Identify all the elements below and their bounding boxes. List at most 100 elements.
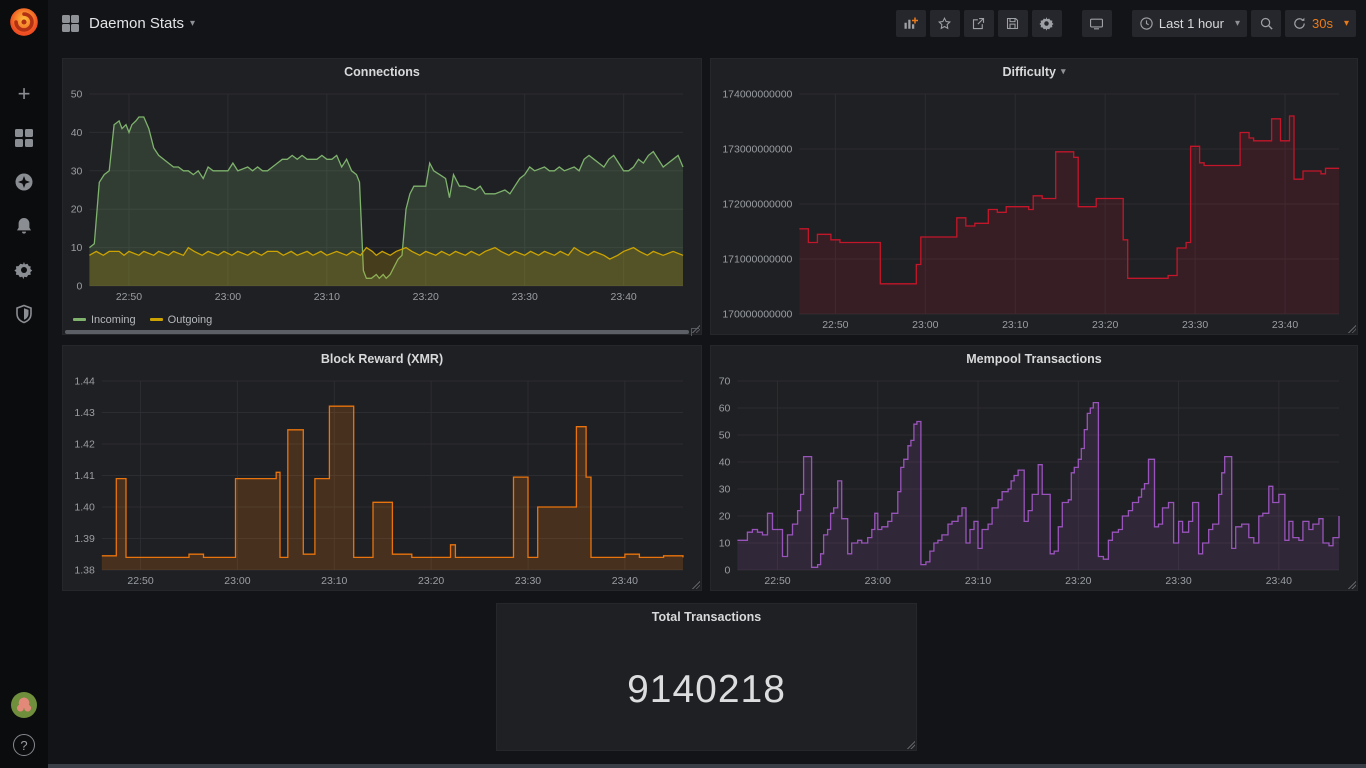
svg-text:172000000000: 172000000000	[722, 199, 792, 211]
legend-item-incoming[interactable]: Incoming	[73, 314, 136, 326]
add-panel-icon	[903, 16, 918, 31]
refresh-caret-icon: ▾	[1344, 18, 1349, 29]
connections-chart[interactable]: 0102030405022:5023:0023:1023:2023:3023:4…	[65, 84, 695, 309]
panel-title-mempool[interactable]: Mempool Transactions	[711, 346, 1357, 371]
top-navbar: Daemon Stats ▾ Last 1 hour ▾	[48, 0, 1366, 46]
svg-text:1.39: 1.39	[74, 533, 95, 545]
panel-menu-caret-icon: ▾	[1061, 66, 1066, 77]
svg-text:23:40: 23:40	[612, 575, 638, 587]
dashboard-title[interactable]: Daemon Stats	[89, 15, 184, 32]
svg-text:1.42: 1.42	[74, 439, 95, 451]
svg-text:10: 10	[719, 538, 731, 550]
svg-text:23:00: 23:00	[865, 575, 891, 587]
legend-scrollbar[interactable]	[65, 328, 699, 337]
svg-text:1.44: 1.44	[74, 376, 95, 388]
svg-text:23:30: 23:30	[512, 291, 538, 303]
star-icon	[937, 16, 952, 31]
clock-icon	[1139, 16, 1154, 31]
svg-text:20: 20	[719, 511, 731, 523]
panel-block-reward: Block Reward (XMR) 1.38 1.39 1.40 1.41 1.42 1…	[62, 345, 702, 591]
panel-title-difficulty[interactable]: Difficulty▾	[711, 59, 1357, 84]
svg-text:50: 50	[719, 430, 731, 442]
time-range-label: Last 1 hour	[1159, 16, 1224, 31]
svg-text:40: 40	[719, 457, 731, 469]
zoom-out-icon	[1259, 16, 1274, 31]
help-icon[interactable]: ?	[13, 734, 35, 756]
svg-text:1.40: 1.40	[74, 502, 95, 514]
panel-resize-handle[interactable]	[691, 324, 700, 333]
svg-text:30: 30	[71, 165, 83, 177]
refresh-icon	[1292, 16, 1307, 31]
shield-icon[interactable]	[13, 303, 35, 325]
alerting-bell-icon[interactable]	[13, 215, 35, 237]
panel-resize-handle[interactable]	[906, 740, 915, 749]
panel-connections: Connections 0102030405022:5023:0023:1023…	[62, 58, 702, 335]
grafana-logo[interactable]	[7, 5, 41, 39]
panel-title-connections[interactable]: Connections	[63, 59, 701, 84]
svg-text:23:10: 23:10	[965, 575, 991, 587]
svg-text:23:00: 23:00	[224, 575, 250, 587]
svg-text:10: 10	[71, 242, 83, 254]
difficulty-chart[interactable]: 170000000000 171000000000 172000000000 1730…	[713, 84, 1351, 337]
dashboards-icon[interactable]	[13, 127, 35, 149]
svg-text:1.38: 1.38	[74, 565, 95, 577]
incoming-swatch	[73, 318, 86, 321]
save-button[interactable]	[998, 10, 1028, 37]
gear-icon	[1039, 16, 1054, 31]
star-button[interactable]	[930, 10, 960, 37]
panel-resize-handle[interactable]	[1347, 580, 1356, 589]
svg-text:22:50: 22:50	[822, 319, 848, 331]
zoom-out-button[interactable]	[1251, 10, 1281, 37]
dashboard-settings-button[interactable]	[1032, 10, 1062, 37]
panel-resize-handle[interactable]	[1347, 324, 1356, 333]
panel-difficulty: Difficulty▾ 170000000000 171000000000 1720…	[710, 58, 1358, 335]
outgoing-label: Outgoing	[168, 314, 213, 326]
svg-text:23:30: 23:30	[1182, 319, 1208, 331]
add-panel-button[interactable]	[896, 10, 926, 37]
mempool-chart[interactable]: 01020304050607022:5023:0023:1023:2023:30…	[713, 371, 1351, 593]
add-icon[interactable]: +	[13, 83, 35, 105]
svg-text:60: 60	[719, 403, 731, 415]
svg-text:70: 70	[719, 376, 731, 388]
dashboard-title-caret-icon[interactable]: ▾	[190, 18, 195, 29]
svg-text:50: 50	[71, 89, 83, 101]
svg-text:23:10: 23:10	[314, 291, 340, 303]
svg-text:23:20: 23:20	[1092, 319, 1118, 331]
svg-text:40: 40	[71, 127, 83, 139]
svg-text:23:10: 23:10	[321, 575, 347, 587]
svg-text:23:40: 23:40	[610, 291, 636, 303]
share-button[interactable]	[964, 10, 994, 37]
legend-item-outgoing[interactable]: Outgoing	[150, 314, 213, 326]
svg-text:171000000000: 171000000000	[722, 254, 792, 266]
panel-total-transactions: Total Transactions 9140218	[496, 603, 917, 751]
panel-title-block-reward[interactable]: Block Reward (XMR)	[63, 346, 701, 371]
refresh-picker[interactable]: 30s ▾	[1285, 10, 1356, 37]
outgoing-swatch	[150, 318, 163, 321]
svg-text:20: 20	[71, 204, 83, 216]
explore-icon[interactable]	[13, 171, 35, 193]
tv-icon	[1089, 16, 1104, 31]
cycle-view-mode-button[interactable]	[1082, 10, 1112, 37]
page-horizontal-scrollbar[interactable]	[48, 764, 1366, 768]
block-reward-chart[interactable]: 1.381.391.401.411.421.431.4422:5023:0023…	[65, 371, 695, 593]
user-avatar[interactable]	[11, 692, 37, 718]
svg-text:0: 0	[77, 281, 83, 293]
svg-text:23:00: 23:00	[912, 319, 938, 331]
sidebar: + ?	[0, 0, 48, 768]
svg-text:0: 0	[725, 565, 731, 577]
panel-mempool: Mempool Transactions 01020304050607022:5…	[710, 345, 1358, 591]
panel-resize-handle[interactable]	[691, 580, 700, 589]
svg-text:1.41: 1.41	[74, 470, 95, 482]
svg-text:170000000000: 170000000000	[722, 309, 792, 321]
svg-text:23:30: 23:30	[1165, 575, 1191, 587]
share-icon	[971, 16, 986, 31]
svg-text:23:30: 23:30	[515, 575, 541, 587]
panel-title-total-transactions[interactable]: Total Transactions	[497, 604, 916, 629]
time-range-picker[interactable]: Last 1 hour ▾	[1132, 10, 1247, 37]
svg-text:1.43: 1.43	[74, 407, 95, 419]
dashboard-grid-icon[interactable]	[62, 15, 79, 32]
svg-text:174000000000: 174000000000	[722, 89, 792, 101]
svg-text:30: 30	[719, 484, 731, 496]
svg-text:173000000000: 173000000000	[722, 144, 792, 156]
configuration-gear-icon[interactable]	[13, 259, 35, 281]
